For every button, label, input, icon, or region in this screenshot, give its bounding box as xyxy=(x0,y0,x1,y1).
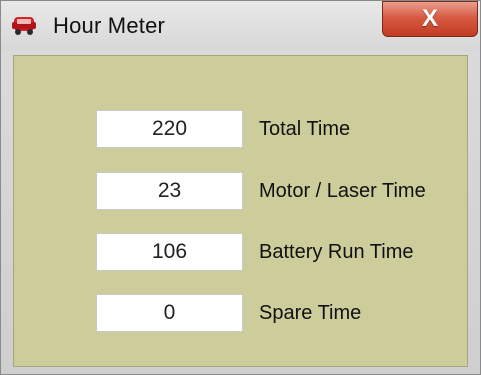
spare-time-label: Spare Time xyxy=(259,301,362,324)
title-bar[interactable]: Hour Meter X xyxy=(1,1,480,51)
spare-time-value[interactable]: 0 xyxy=(96,294,243,332)
hour-meter-window: Hour Meter X 220 Total Time 23 Motor / L… xyxy=(0,0,481,375)
total-time-value[interactable]: 220 xyxy=(96,110,243,148)
window-title: Hour Meter xyxy=(53,13,166,38)
close-button[interactable]: X xyxy=(382,1,478,37)
meter-row-spare: 0 Spare Time xyxy=(96,292,361,334)
battery-run-time-value[interactable]: 106 xyxy=(96,233,243,271)
meter-row-motor-laser: 23 Motor / Laser Time xyxy=(96,170,426,212)
meter-row-total: 220 Total Time xyxy=(96,108,350,150)
battery-run-time-label: Battery Run Time xyxy=(259,240,414,263)
client-area: 220 Total Time 23 Motor / Laser Time 106… xyxy=(13,55,468,367)
motor-laser-time-label: Motor / Laser Time xyxy=(259,179,426,202)
total-time-label: Total Time xyxy=(259,117,351,140)
app-icon xyxy=(12,17,36,35)
meter-row-battery-run: 106 Battery Run Time xyxy=(96,231,414,273)
motor-laser-time-value[interactable]: 23 xyxy=(96,172,243,210)
close-icon: X xyxy=(421,5,438,32)
